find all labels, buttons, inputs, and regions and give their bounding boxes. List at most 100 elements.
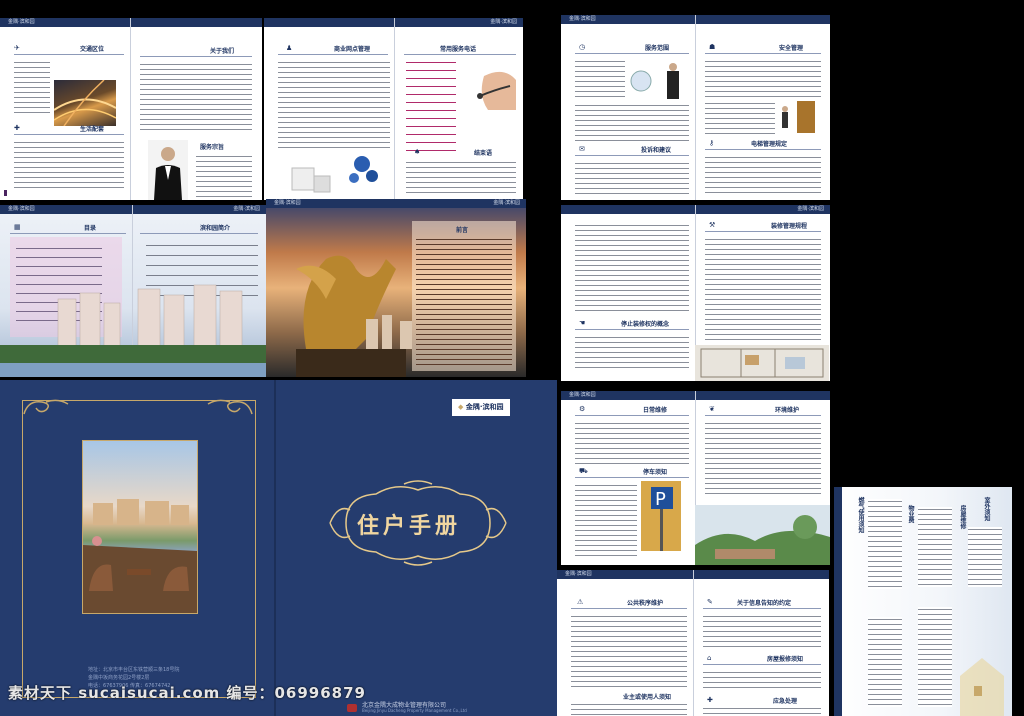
cover-logo: ◆ 金隅·滨和园 — [452, 399, 510, 416]
section-title: 室外须知 — [983, 497, 990, 521]
butler-drawing — [154, 147, 182, 200]
puzzle-drawing — [291, 156, 378, 193]
clock-icon: ◷ — [579, 43, 586, 51]
door-drawing — [782, 101, 815, 133]
floorplan-photo — [695, 345, 829, 381]
page-fold — [130, 18, 131, 200]
text-block — [575, 161, 689, 195]
text-block — [416, 237, 512, 365]
section-title: 燃气使用须知 — [857, 497, 864, 533]
section-title: 常用服务电话 — [440, 46, 477, 53]
page-fold — [693, 570, 694, 716]
info-icon: ✎ — [707, 598, 713, 606]
leaf-icon: ❦ — [709, 405, 715, 413]
key-icon: ⚷ — [709, 139, 715, 147]
text-block — [140, 62, 252, 134]
page-side-band — [834, 487, 842, 716]
section-title: 交通区位 — [80, 46, 105, 53]
header-brand: 金隅·滨和园 — [797, 206, 824, 212]
wrench-icon: ⚙ — [579, 405, 586, 413]
section-title: 应急处理 — [773, 698, 798, 705]
section-title: 电梯管理规定 — [751, 141, 788, 148]
section-title: 结束语 — [474, 150, 493, 157]
section-title: 服务范围 — [645, 45, 670, 52]
header-brand: 金隅·滨和园 — [569, 392, 596, 398]
text-block — [575, 421, 689, 465]
section-title: 装修管理规程 — [771, 223, 808, 230]
page-header-band: 金隅·滨和园 金隅·滨和园 — [0, 205, 266, 214]
section-title: 滨和园简介 — [200, 225, 231, 232]
header-brand: 金隅·滨和园 — [490, 19, 517, 25]
door-photo — [777, 99, 821, 135]
header-brand: 金隅·滨和园 — [8, 206, 35, 212]
header-brand-right: 金隅·滨和园 — [233, 206, 260, 212]
section-title: 环境维护 — [775, 407, 800, 414]
text-block — [868, 617, 902, 707]
text-block — [278, 60, 390, 150]
text-block — [918, 507, 952, 587]
cover-title: 住户手册 — [357, 514, 462, 539]
section-title: 目录 — [84, 225, 97, 232]
text-block — [571, 614, 687, 688]
text-block — [703, 706, 821, 716]
phone-list — [406, 60, 456, 154]
section-title: 投诉和建议 — [641, 147, 672, 154]
text-block — [406, 160, 516, 194]
logo-icon: ◆ — [458, 403, 464, 411]
brochure-page-contents: 金隅·滨和园 金隅·滨和园 ▦ 目录 滨和园简介 — [0, 205, 266, 377]
text-block — [868, 499, 902, 589]
text-block — [705, 421, 821, 497]
section-title: 物业费 — [907, 505, 914, 523]
parking-sign-photo: P — [641, 481, 681, 551]
brochure-page-preface: 金隅·滨和园 金隅·滨和园 前言 — [266, 199, 526, 377]
golden-statue — [296, 255, 412, 377]
handbook-cover: 地址：北京市丰台区东铁营顺三条18号院 金隅中坂商务花园2号楼2层 电话：676… — [0, 380, 557, 716]
brochure-page-order: 金隅·滨和园 ⚠ 公共秩序维护 业主或使用人须知 ✎ 关于信息告知的约定 ⌂ 房… — [557, 570, 829, 716]
section-title: 生活配套 — [80, 126, 105, 133]
city-skyline — [0, 284, 266, 377]
text-block — [705, 101, 775, 135]
section-title: 安全管理 — [779, 45, 804, 52]
building-sketch — [960, 658, 1004, 716]
company-logo-icon — [347, 704, 357, 712]
section-title: 日常维修 — [643, 407, 668, 414]
brochure-page-maintenance: 金隅·滨和园 ⚙ 日常维修 ⛟ 停车须知 P ❦ 环境维护 — [561, 391, 830, 565]
brochure-page-commerce: 金隅·滨和园 ♟ 商业网点管理 常用服务电话 ♠ 结束语 — [264, 18, 523, 200]
lamp-icon: ♠ — [414, 148, 421, 156]
section-title: 房屋维修 — [959, 505, 966, 529]
section-title: 房屋报修须知 — [767, 656, 804, 663]
cover-spine — [274, 380, 276, 716]
car-icon: ⛟ — [579, 467, 588, 475]
businessman-photo — [627, 59, 687, 99]
puzzle-graphic — [284, 150, 384, 198]
section-title: 关于信息告知的约定 — [737, 600, 792, 607]
header-brand: 金隅·滨和园 — [8, 19, 35, 25]
shield-icon: ☗ — [709, 43, 716, 51]
brochure-page-transport: 金隅·滨和园 ✈ 交通区位 ✚ 生活配套 关于我们 服务宗旨 — [0, 18, 262, 200]
mail-icon: ✉ — [579, 145, 585, 153]
text-block — [575, 103, 689, 143]
ornament-corner — [207, 399, 253, 415]
text-block — [575, 483, 637, 559]
text-block — [705, 155, 821, 195]
header-brand: 金隅·滨和园 — [274, 200, 301, 206]
highway-drawing — [54, 80, 116, 126]
text-block — [705, 237, 821, 341]
text-block — [703, 670, 821, 692]
villa-terrace-photo — [82, 440, 198, 614]
page-fold — [695, 15, 696, 200]
page-header-band: 金隅·滨和园 金隅·滨和园 — [266, 199, 526, 208]
header-brand: 金隅·滨和园 — [569, 16, 596, 22]
text-block — [575, 59, 625, 99]
text-block — [575, 335, 689, 371]
company-name-en: Beijing Jinyu Dacheng Property Managemen… — [362, 708, 467, 713]
businessman-drawing — [630, 63, 679, 99]
plane-icon: ✈ — [14, 44, 20, 52]
ornament-corner — [23, 399, 69, 415]
text-block — [705, 59, 821, 97]
highway-photo — [54, 80, 116, 126]
emergency-icon: ✚ — [707, 696, 713, 704]
brochure-page-service: 金隅·滨和园 ◷ 服务范围 ✉ 投诉和建议 ☗ 安全管理 ⚷ 电梯管理规定 — [561, 15, 830, 200]
section-title: 公共秩序维护 — [627, 600, 664, 607]
plus-icon: ✚ — [14, 124, 20, 132]
